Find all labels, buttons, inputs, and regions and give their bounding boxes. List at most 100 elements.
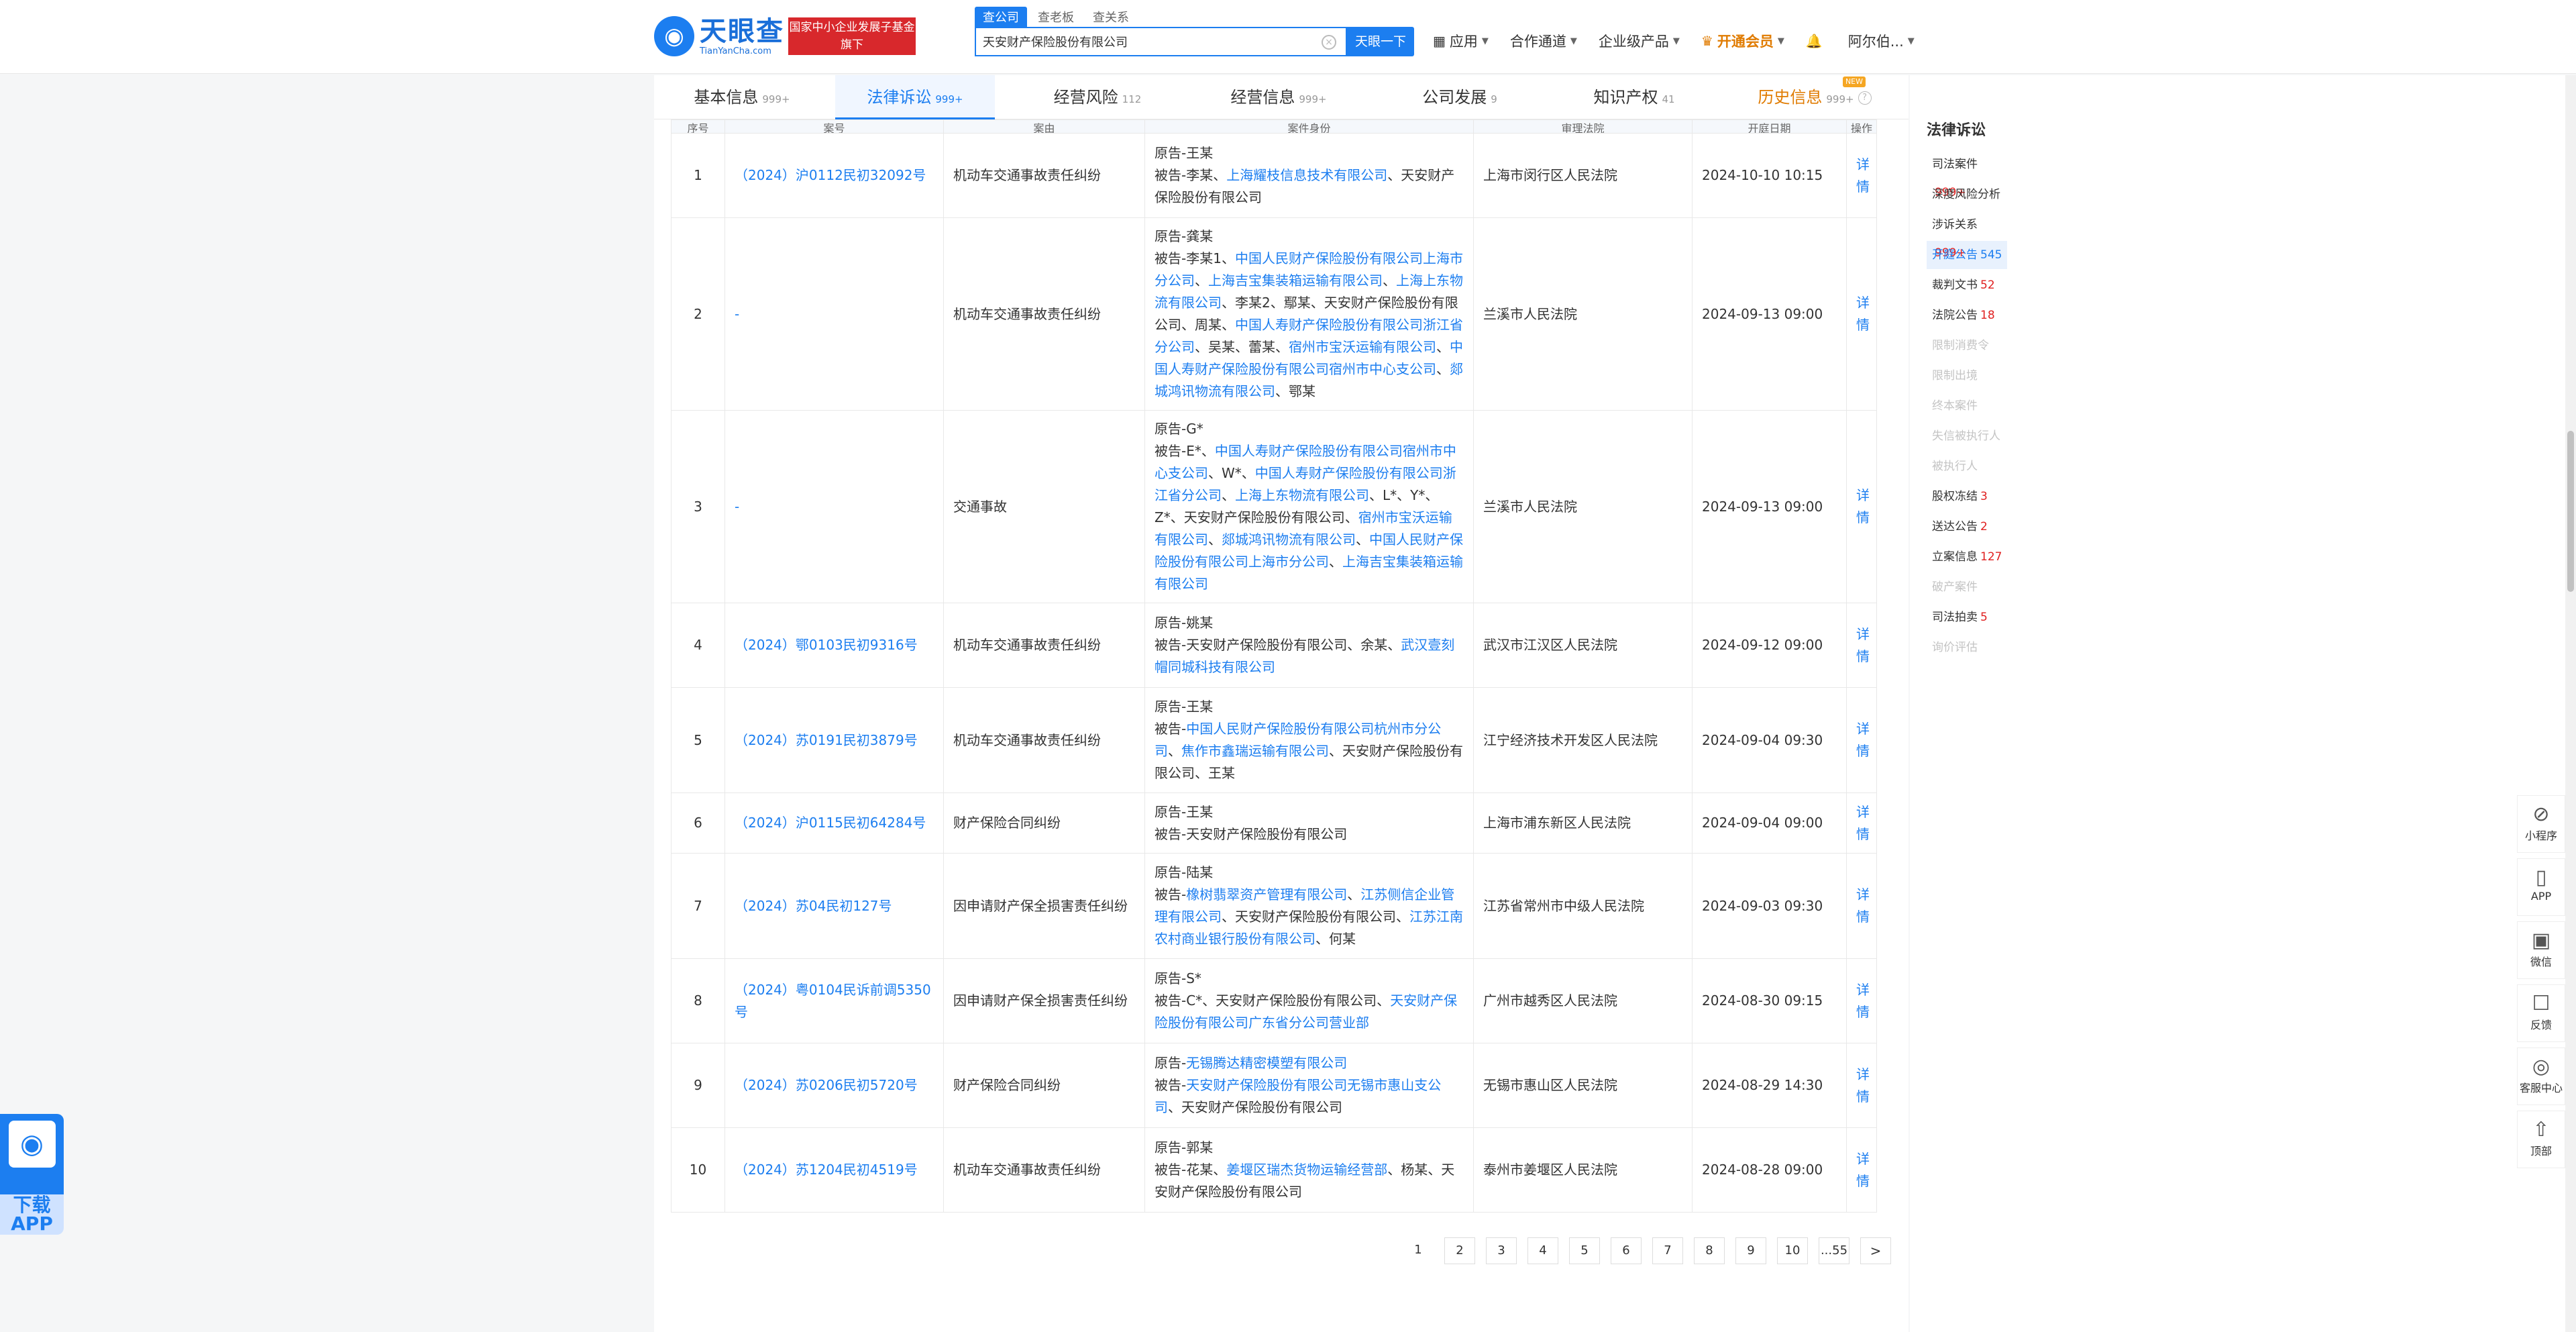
page-button[interactable]: 10: [1777, 1237, 1808, 1264]
app-download-widget[interactable]: ◉ 下载 APP: [0, 1114, 64, 1235]
caret-down-icon: ▼: [1672, 36, 1680, 46]
table-row: 7 （2024）苏04民初127号 因申请财产保全损害责任纠纷 原告-陆某 被告-橡树翡…: [671, 853, 1877, 959]
nav-apps[interactable]: ▦ 应用 ▼: [1433, 31, 1489, 51]
page-button[interactable]: 9: [1735, 1237, 1766, 1264]
detail-link[interactable]: 详情: [1846, 687, 1877, 793]
side-nav-item: 终本案件: [1927, 392, 2007, 420]
tab-operation-info[interactable]: 经营信息 999+: [1191, 75, 1366, 119]
case-number-link[interactable]: （2024）沪0112民初32092号: [724, 133, 944, 218]
logo[interactable]: ◉ 天眼查 TianYanCha.com: [654, 16, 784, 56]
detail-link[interactable]: 详情: [1846, 1043, 1877, 1128]
page-button[interactable]: 3: [1486, 1237, 1517, 1264]
nav-enterprise[interactable]: 企业级产品 ▼: [1599, 31, 1680, 51]
detail-link[interactable]: 详情: [1846, 410, 1877, 603]
party-text: 、: [1347, 886, 1361, 903]
page-button[interactable]: 2: [1444, 1237, 1475, 1264]
case-number-link[interactable]: （2024）苏0206民初5720号: [724, 1043, 944, 1128]
side-nav-item[interactable]: 立案信息 127: [1927, 543, 2007, 571]
search-input[interactable]: [983, 34, 1305, 50]
detail-link[interactable]: 详情: [1846, 1127, 1877, 1213]
nav-cooperation-label: 合作通道: [1509, 34, 1566, 50]
tab-development[interactable]: 公司发展 9: [1372, 75, 1548, 119]
scrollbar[interactable]: [2565, 75, 2576, 1332]
page-button[interactable]: ...55: [1819, 1237, 1849, 1264]
case-number-link[interactable]: （2024）鄂0103民初9316号: [724, 603, 944, 688]
page-button[interactable]: 4: [1527, 1237, 1558, 1264]
party-text: 、: [1168, 743, 1181, 759]
side-nav-item[interactable]: 司法案件999+: [1927, 150, 2007, 199]
detail-link[interactable]: 详情: [1846, 958, 1877, 1043]
court-name: 江苏省常州市中级人民法院: [1473, 853, 1693, 959]
party-text: 原告-王某: [1155, 699, 1214, 715]
help-icon[interactable]: ?: [1858, 91, 1872, 105]
side-nav-item[interactable]: 股权冻结 3: [1927, 482, 2007, 511]
next-page-button[interactable]: >: [1860, 1237, 1891, 1264]
caret-down-icon: ▼: [1481, 36, 1489, 46]
scrollbar-thumb[interactable]: [2567, 431, 2574, 592]
case-number-link[interactable]: （2024）苏1204民初4519号: [724, 1127, 944, 1213]
float-tool-item[interactable]: ☐ 反馈: [2517, 984, 2565, 1042]
page-button[interactable]: 1: [1403, 1237, 1434, 1264]
detail-link[interactable]: 详情: [1846, 217, 1877, 411]
search-tab-boss[interactable]: 查老板: [1030, 7, 1082, 27]
floating-toolbar: ⊘ 小程序 ▯ APP ▣ 微信 ☐ 反馈 ◎ 客服中心 ⇧ 顶部: [2517, 795, 2565, 1174]
caret-down-icon: ▼: [1570, 36, 1577, 46]
party-text: 、: [1222, 487, 1235, 503]
side-nav-item[interactable]: 涉诉关系999+: [1927, 211, 2007, 260]
tab-legal[interactable]: 法律诉讼 999+: [835, 75, 995, 119]
nav-user[interactable]: 阿尔伯... ▼: [1848, 31, 1915, 51]
nav-vip[interactable]: ♛ 开通会员 ▼: [1701, 31, 1784, 51]
float-tool-item[interactable]: ▣ 微信: [2517, 921, 2565, 979]
side-nav-item[interactable]: 深度风险分析: [1927, 181, 2007, 209]
company-link[interactable]: 上海上东物流有限公司: [1235, 487, 1369, 503]
company-link[interactable]: 姜堰区瑞杰货物运输经营部: [1226, 1162, 1387, 1178]
notification-bell[interactable]: 🔔: [1806, 33, 1827, 49]
case-number-link[interactable]: （2024）苏04民初127号: [724, 853, 944, 959]
detail-link[interactable]: 详情: [1846, 603, 1877, 688]
page-button[interactable]: 5: [1569, 1237, 1600, 1264]
side-nav-item[interactable]: 法院公告 18: [1927, 301, 2007, 329]
party-text: 原告-龚某: [1155, 228, 1214, 244]
case-cause: 财产保险合同纠纷: [943, 1043, 1145, 1128]
float-tool-label: 小程序: [2524, 829, 2557, 842]
detail-link[interactable]: 详情: [1846, 792, 1877, 854]
search-tabs: 查公司 查老板 查关系: [975, 7, 1140, 27]
tab-count: 41: [1662, 93, 1675, 105]
side-nav-item[interactable]: 送达公告 2: [1927, 513, 2007, 541]
search-tab-relation[interactable]: 查关系: [1085, 7, 1137, 27]
side-nav-item[interactable]: 司法拍卖 5: [1927, 603, 2007, 631]
company-link[interactable]: 郯城鸿讯物流有限公司: [1222, 531, 1356, 548]
grid-icon: ▦: [1433, 33, 1446, 49]
case-number-link[interactable]: （2024）苏0191民初3879号: [724, 687, 944, 793]
case-number-link[interactable]: （2024）沪0115民初64284号: [724, 792, 944, 854]
page-button[interactable]: 6: [1611, 1237, 1642, 1264]
tab-ip[interactable]: 知识产权 41: [1546, 75, 1722, 119]
detail-link[interactable]: 详情: [1846, 133, 1877, 218]
float-tool-item[interactable]: ⇧ 顶部: [2517, 1111, 2565, 1168]
page-button[interactable]: 8: [1694, 1237, 1725, 1264]
page-button[interactable]: 7: [1652, 1237, 1683, 1264]
tab-history[interactable]: NEW 历史信息 999+?: [1721, 75, 1909, 119]
case-number-link[interactable]: （2024）粤0104民诉前调5350号: [724, 958, 944, 1043]
company-link[interactable]: 无锡腾达精密模塑有限公司: [1186, 1055, 1347, 1071]
search-button[interactable]: 天眼一下: [1347, 27, 1414, 56]
tab-operation-risk[interactable]: 经营风险 112: [1010, 75, 1185, 119]
clear-icon[interactable]: ×: [1322, 35, 1336, 50]
company-link[interactable]: 橡树翡翠资产管理有限公司: [1186, 886, 1347, 903]
float-tool-item[interactable]: ▯ APP: [2517, 858, 2565, 916]
tab-count: 999+: [1299, 93, 1327, 105]
search-tab-company[interactable]: 查公司: [975, 7, 1027, 27]
company-link[interactable]: 上海耀枝信息技术有限公司: [1226, 167, 1387, 183]
company-link[interactable]: 焦作市鑫瑞运输有限公司: [1181, 743, 1329, 759]
side-nav-item[interactable]: 开庭公告 545: [1927, 241, 2007, 269]
float-tool-item[interactable]: ⊘ 小程序: [2517, 795, 2565, 853]
tab-basic-info[interactable]: 基本信息 999+: [654, 75, 830, 119]
side-nav-item[interactable]: 裁判文书 52: [1927, 271, 2007, 299]
tab-count: 999+: [1826, 93, 1854, 105]
nav-cooperation[interactable]: 合作通道 ▼: [1510, 31, 1577, 51]
float-tool-item[interactable]: ◎ 客服中心: [2517, 1047, 2565, 1105]
detail-link[interactable]: 详情: [1846, 853, 1877, 959]
company-link[interactable]: 宿州市宝沃运输有限公司: [1289, 339, 1436, 355]
side-nav-item: 询价评估: [1927, 633, 2007, 662]
company-link[interactable]: 上海吉宝集装箱运输有限公司: [1208, 272, 1383, 289]
